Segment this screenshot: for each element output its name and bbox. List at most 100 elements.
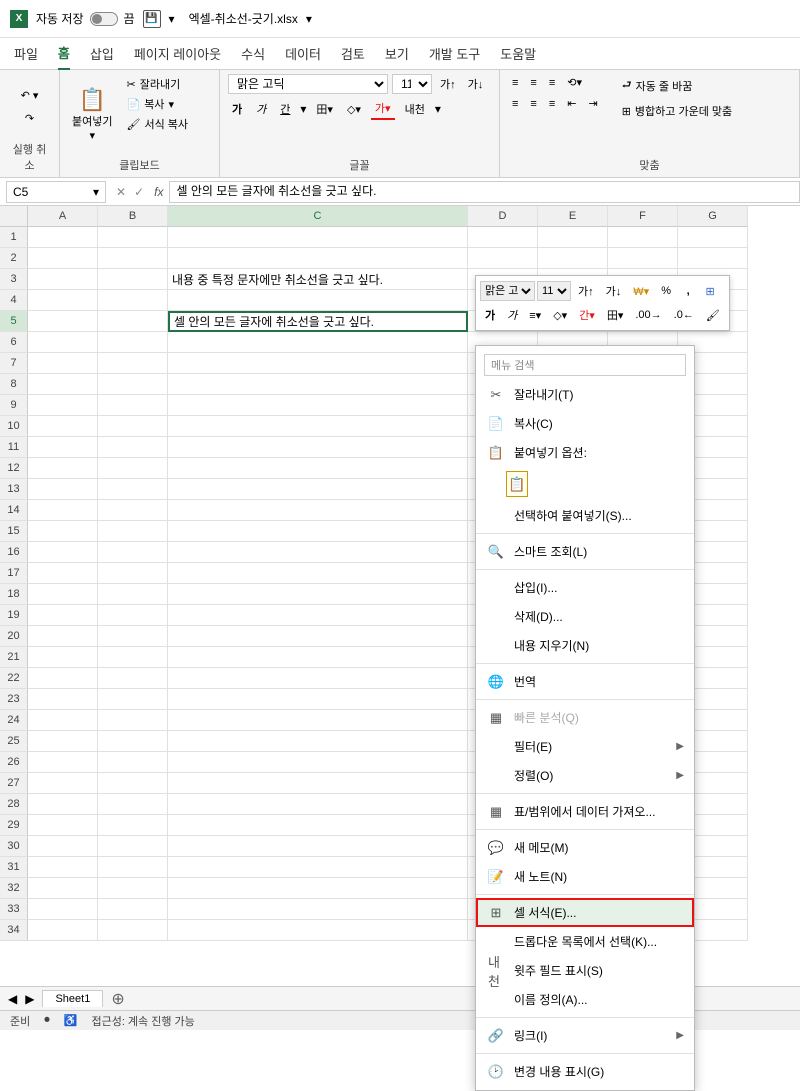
italic-button[interactable]: 가 xyxy=(252,99,270,119)
cell-A25[interactable] xyxy=(28,731,98,752)
cell-B28[interactable] xyxy=(98,794,168,815)
tab-formula[interactable]: 수식 xyxy=(241,38,265,69)
cell-B25[interactable] xyxy=(98,731,168,752)
cell-C3[interactable]: 내용 중 특정 문자에만 취소선을 긋고 싶다. xyxy=(168,269,468,290)
recording-icon[interactable]: ⏺ xyxy=(44,1014,50,1027)
ctx-paste-special[interactable]: 선택하여 붙여넣기(S)... xyxy=(502,501,694,530)
row-header-34[interactable]: 34 xyxy=(0,920,28,941)
select-all-corner[interactable] xyxy=(0,206,28,227)
cell-F1[interactable] xyxy=(608,227,678,248)
cell-B14[interactable] xyxy=(98,500,168,521)
cell-A33[interactable] xyxy=(28,899,98,920)
cell-C23[interactable] xyxy=(168,689,468,710)
format-painter-button[interactable]: 🖌 서식 복사 xyxy=(122,114,192,134)
mini-comma[interactable]: , xyxy=(678,282,698,300)
cell-E2[interactable] xyxy=(538,248,608,269)
tab-review[interactable]: 검토 xyxy=(341,38,365,69)
row-header-28[interactable]: 28 xyxy=(0,794,28,815)
ctx-cut[interactable]: ✂잘라내기(T) xyxy=(476,380,694,409)
mini-percent[interactable]: % xyxy=(656,282,676,300)
cell-A12[interactable] xyxy=(28,458,98,479)
cell-B34[interactable] xyxy=(98,920,168,941)
row-header-29[interactable]: 29 xyxy=(0,815,28,836)
align-left-button[interactable]: ≡ xyxy=(508,95,522,112)
font-name-select[interactable]: 맑은 고딕 xyxy=(228,74,388,94)
decrease-indent-button[interactable]: ⇤ xyxy=(563,95,580,112)
align-middle-button[interactable]: ≡ xyxy=(526,74,540,91)
mini-font-color[interactable]: 간▾ xyxy=(574,304,600,326)
align-bottom-button[interactable]: ≡ xyxy=(545,74,559,91)
cell-B31[interactable] xyxy=(98,857,168,878)
row-header-33[interactable]: 33 xyxy=(0,899,28,920)
cell-C2[interactable] xyxy=(168,248,468,269)
cell-C22[interactable] xyxy=(168,668,468,689)
cell-B5[interactable] xyxy=(98,311,168,332)
cell-B6[interactable] xyxy=(98,332,168,353)
cell-C29[interactable] xyxy=(168,815,468,836)
cell-C26[interactable] xyxy=(168,752,468,773)
sheet-nav-prev[interactable]: ◀ xyxy=(8,992,17,1006)
cell-B18[interactable] xyxy=(98,584,168,605)
row-header-5[interactable]: 5 xyxy=(0,311,28,332)
cell-A30[interactable] xyxy=(28,836,98,857)
row-header-26[interactable]: 26 xyxy=(0,752,28,773)
formula-input[interactable]: 셀 안의 모든 글자에 취소선을 긋고 싶다. xyxy=(169,181,800,203)
mini-accounting[interactable]: ₩▾ xyxy=(628,282,654,301)
cell-B24[interactable] xyxy=(98,710,168,731)
mini-increase-decimal[interactable]: .00→ xyxy=(630,306,666,324)
ctx-sort[interactable]: 정렬(O)▶ xyxy=(502,761,694,790)
tab-file[interactable]: 파일 xyxy=(14,38,38,69)
cell-C20[interactable] xyxy=(168,626,468,647)
mini-increase-font[interactable]: 가↑ xyxy=(573,280,599,302)
row-header-6[interactable]: 6 xyxy=(0,332,28,353)
cell-C10[interactable] xyxy=(168,416,468,437)
row-header-17[interactable]: 17 xyxy=(0,563,28,584)
merge-center-button[interactable]: ⊞ 병합하고 가운데 맞춤 xyxy=(618,101,736,121)
cell-C19[interactable] xyxy=(168,605,468,626)
cell-B17[interactable] xyxy=(98,563,168,584)
cell-B9[interactable] xyxy=(98,395,168,416)
cell-A5[interactable] xyxy=(28,311,98,332)
ctx-format-cells[interactable]: ⊞셀 서식(E)... xyxy=(476,898,694,927)
cell-B1[interactable] xyxy=(98,227,168,248)
tab-layout[interactable]: 페이지 레이아웃 xyxy=(134,38,221,69)
row-header-31[interactable]: 31 xyxy=(0,857,28,878)
cell-C12[interactable] xyxy=(168,458,468,479)
cell-C15[interactable] xyxy=(168,521,468,542)
cell-C7[interactable] xyxy=(168,353,468,374)
row-header-16[interactable]: 16 xyxy=(0,542,28,563)
cell-B15[interactable] xyxy=(98,521,168,542)
cell-C14[interactable] xyxy=(168,500,468,521)
tab-help[interactable]: 도움말 xyxy=(500,38,536,69)
cell-B29[interactable] xyxy=(98,815,168,836)
confirm-icon[interactable]: ✓ xyxy=(130,185,148,199)
sheet-nav-next[interactable]: ▶ xyxy=(25,992,34,1006)
font-size-select[interactable]: 11 xyxy=(392,74,432,94)
cell-B19[interactable] xyxy=(98,605,168,626)
cell-A10[interactable] xyxy=(28,416,98,437)
cell-C28[interactable] xyxy=(168,794,468,815)
cell-C4[interactable] xyxy=(168,290,468,311)
phonetic-button[interactable]: 내천 xyxy=(401,99,429,119)
cell-A31[interactable] xyxy=(28,857,98,878)
ctx-new-note[interactable]: 📝새 노트(N) xyxy=(476,862,694,891)
mini-format-painter[interactable]: 🖌 xyxy=(701,306,725,325)
row-header-18[interactable]: 18 xyxy=(0,584,28,605)
align-top-button[interactable]: ≡ xyxy=(508,74,522,91)
col-header-E[interactable]: E xyxy=(538,206,608,227)
cell-C1[interactable] xyxy=(168,227,468,248)
ctx-delete[interactable]: 삭제(D)... xyxy=(502,602,694,631)
cell-C33[interactable] xyxy=(168,899,468,920)
cell-B3[interactable] xyxy=(98,269,168,290)
tab-view[interactable]: 보기 xyxy=(385,38,409,69)
cell-A14[interactable] xyxy=(28,500,98,521)
tab-insert[interactable]: 삽입 xyxy=(90,38,114,69)
cell-G1[interactable] xyxy=(678,227,748,248)
cell-C16[interactable] xyxy=(168,542,468,563)
row-header-23[interactable]: 23 xyxy=(0,689,28,710)
cell-A20[interactable] xyxy=(28,626,98,647)
wrap-text-button[interactable]: ⮐ 자동 줄 바꿈 xyxy=(618,74,736,97)
cell-A29[interactable] xyxy=(28,815,98,836)
row-header-11[interactable]: 11 xyxy=(0,437,28,458)
cell-B20[interactable] xyxy=(98,626,168,647)
